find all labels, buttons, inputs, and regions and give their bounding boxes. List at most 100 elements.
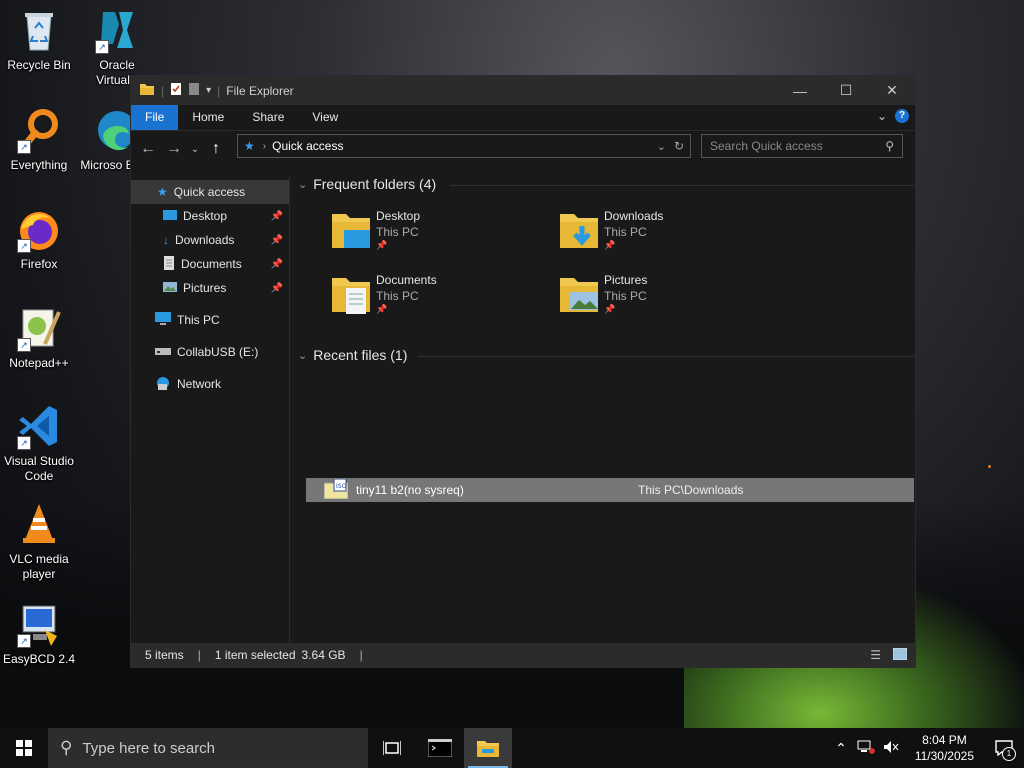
minimize-button[interactable]: — [777,76,823,105]
desktop-icon-notepadpp[interactable]: ↗ Notepad++ [1,304,77,371]
action-center-button[interactable]: 1 [984,728,1024,768]
file-explorer-icon [477,741,499,757]
pin-icon: 📌 [270,258,283,270]
recent-locations-icon[interactable]: ⌄ [189,138,201,160]
frequent-folder-documents[interactable]: Documents This PC 📌 [330,272,550,326]
network-status-icon[interactable] [857,740,875,757]
taskbar-search-box[interactable]: ⚲ Type here to search [48,728,368,768]
nav-item-network[interactable]: Network [131,372,289,396]
taskbar-terminal-button[interactable] [416,728,464,768]
content-pane: ⌄ Frequent folders (4) Desktop This PC 📌… [290,176,915,643]
customize-quick-access-icon[interactable]: ▾ [206,85,211,96]
desktop-folder-icon [330,208,372,254]
nav-label: Downloads [175,233,235,247]
usb-drive-icon [155,345,171,359]
refresh-icon[interactable]: ↻ [674,139,684,153]
desktop-icon-vlc[interactable]: VLC media player [1,500,77,582]
pin-icon: 📌 [270,282,283,294]
tab-home[interactable]: Home [178,105,238,130]
back-button[interactable]: ← [137,138,159,160]
desktop-icon-label: Everything [10,158,68,172]
clock-time: 8:04 PM [922,733,967,747]
nav-item-documents[interactable]: Documents 📌 [131,252,289,276]
address-dropdown-icon[interactable]: ⌄ [657,140,666,153]
pictures-folder-icon [558,272,600,318]
frequent-folder-downloads[interactable]: Downloads This PC 📌 [558,208,778,262]
network-icon [155,376,171,393]
search-box[interactable]: Search Quick access ⚲ [701,134,903,158]
status-separator: | [197,648,201,662]
large-icons-view-icon[interactable] [892,647,908,663]
taskbar-file-explorer-button[interactable] [464,728,512,768]
tab-share[interactable]: Share [238,105,298,130]
folder-name: Documents [376,273,437,287]
new-folder-icon[interactable] [188,82,200,99]
selection-count: 1 item selected [214,648,296,662]
desktop-icon-recycle-bin[interactable]: Recycle Bin [1,6,77,73]
volume-muted-icon[interactable] [883,740,899,757]
recent-file-row[interactable]: ISO tiny11 b2(no sysreq) This PC\Downloa… [306,478,914,502]
wallpaper-star [988,465,991,468]
maximize-button[interactable]: ☐ [823,76,869,105]
documents-icon [163,255,175,273]
search-placeholder: Search Quick access [710,139,823,153]
forward-button[interactable]: → [163,138,185,160]
nav-item-desktop[interactable]: Desktop 📌 [131,204,289,228]
shortcut-arrow-icon: ↗ [17,436,31,450]
folder-location: This PC [376,225,419,239]
clock-date: 11/30/2025 [914,749,974,763]
frequent-folders-header[interactable]: ⌄ Frequent folders (4) [298,176,436,192]
recent-file-name: tiny11 b2(no sysreq) [356,483,464,497]
nav-item-pictures[interactable]: Pictures 📌 [131,276,289,300]
nav-item-usb-drive[interactable]: CollabUSB (E:) [131,340,289,364]
folder-name: Downloads [604,209,664,223]
details-view-icon[interactable]: ☰ [870,648,881,662]
pin-icon: 📌 [604,240,616,250]
desktop-icon-label: Firefox [20,257,58,271]
nav-item-this-pc[interactable]: This PC [131,308,289,332]
address-bar[interactable]: ★ › Quick access ⌄ ↻ [237,134,691,158]
title-bar[interactable]: | ▾ | File Explorer — ☐ ✕ [131,76,915,105]
tab-view[interactable]: View [298,105,352,130]
nav-label: This PC [177,313,220,327]
nav-item-quick-access[interactable]: ★ Quick access [131,180,289,204]
breadcrumb-chevron-icon: › [262,140,267,152]
nav-item-downloads[interactable]: ↓ Downloads 📌 [131,228,289,252]
vscode-icon: ↗ [15,402,63,450]
help-icon[interactable]: ? [895,109,909,123]
quick-access-star-icon: ★ [157,185,168,199]
start-button[interactable] [0,728,48,768]
pin-icon: 📌 [270,210,283,222]
recent-file-path: This PC\Downloads [638,483,744,497]
search-icon: ⚲ [885,139,894,153]
task-view-button[interactable] [368,728,416,768]
recent-files-header[interactable]: ⌄ Recent files (1) [298,347,407,363]
frequent-folder-pictures[interactable]: Pictures This PC 📌 [558,272,778,326]
desktop-icon-label: VLC media player [9,552,69,581]
desktop-icon-label: Notepad++ [9,356,69,370]
folder-icon [139,82,155,99]
collapse-chevron-icon: ⌄ [298,178,308,191]
section-divider [450,185,915,186]
close-button[interactable]: ✕ [869,76,915,105]
up-button[interactable]: ↑ [205,138,227,160]
properties-icon[interactable] [170,82,182,99]
folder-name: Pictures [604,273,648,287]
show-hidden-icons-icon[interactable]: ⌃ [835,740,847,757]
selection-size: 3.64 GB [301,648,346,662]
frequent-folder-desktop[interactable]: Desktop This PC 📌 [330,208,550,262]
desktop-icon-everything[interactable]: ↗ Everything [1,106,77,173]
item-count: 5 items [145,648,184,662]
desktop-icon-firefox[interactable]: ↗ Firefox [1,205,77,272]
this-pc-icon [155,312,171,328]
desktop-icon-vscode[interactable]: ↗ Visual Studio Code [1,402,77,484]
desktop-icon-easybcd[interactable]: ↗ EasyBCD 2.4 [1,600,77,667]
tab-file[interactable]: File [131,105,179,130]
clock[interactable]: 8:04 PM 11/30/2025 [915,732,974,764]
system-tray: ⌃ 8:04 PM 11/30/2025 1 [835,728,1024,768]
expand-ribbon-icon[interactable]: ⌄ [877,109,887,123]
downloads-folder-icon [558,208,600,254]
folder-location: This PC [604,289,647,303]
toolbar-separator: | [161,83,165,98]
status-separator: | [359,648,363,662]
